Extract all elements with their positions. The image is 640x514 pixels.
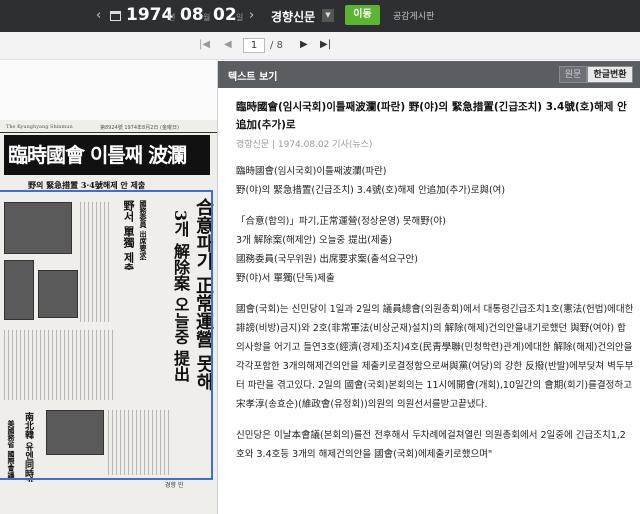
article-content: 臨時國會(임시국회)이틀째波瀾(파란) 野(야)의 緊急措置(긴급조치) 3.4… <box>236 98 634 464</box>
pagination-bar: |◀ ◀ 1 / 8 ▶ ▶| <box>0 32 640 60</box>
year-value[interactable]: 1974 <box>126 5 173 25</box>
board-link[interactable]: 공감게시판 <box>393 9 434 22</box>
selected-article-outline[interactable] <box>0 190 213 480</box>
tab-hangul-conversion[interactable]: 한글변환 <box>587 66 633 83</box>
first-page-icon[interactable]: |◀ <box>199 39 210 50</box>
article-paragraph: 신민당은 이날本會議(본회의)를전 전후해서 두차례에걸쳐열린 의원총회에서 2… <box>236 430 626 460</box>
article-meta: 경향신문 | 1974.08.02 기사(뉴스) <box>236 140 373 150</box>
scan-masthead: The Kyunghyang Shinmun <box>6 124 73 130</box>
top-navigation-bar: ‹ 1974 년 08 월 02 일 › 경향신문 ▼ 이동 공감게시판 <box>0 0 640 32</box>
scan-footer-label: 경향 민 <box>165 482 184 489</box>
next-page-icon[interactable]: ▶ <box>300 39 308 50</box>
scan-headline: 臨時國會 이틀째 波瀾 <box>4 135 210 175</box>
dropdown-arrow-icon[interactable]: ▼ <box>322 9 334 22</box>
scan-dateline: 第8924號 1974年8月2日 (金曜日) <box>100 125 179 131</box>
next-date-arrow-icon[interactable]: › <box>249 8 254 23</box>
newspaper-image-pane[interactable]: The Kyunghyang Shinmun 第8924號 1974年8月2日 … <box>0 61 217 514</box>
page-total: / 8 <box>270 40 283 51</box>
day-value[interactable]: 02 <box>213 5 237 25</box>
month-value[interactable]: 08 <box>180 5 204 25</box>
article-line: 3개 解除案(해제안) 오늘중 提出(제출) <box>236 235 393 246</box>
month-unit: 월 <box>203 13 211 22</box>
article-paragraph: 國會(국회)는 신민당이 1일과 2일의 議員總會(의원총회)에서 대통령긴급조… <box>236 304 634 410</box>
prev-date-arrow-icon[interactable]: ‹ <box>96 8 101 23</box>
article-line: 野(야)서 單獨(단독)제출 <box>236 273 335 284</box>
year-unit: 년 <box>168 13 176 22</box>
prev-page-icon[interactable]: ◀ <box>224 39 232 50</box>
tab-original[interactable]: 원문 <box>559 66 587 83</box>
article-title: 臨時國會(임시국회)이틀째波瀾(파란) 野(야)의 緊急措置(긴급조치) 3.4… <box>236 101 627 131</box>
text-view-pane: 텍스트 보기 원문 한글변환 臨時國會(임시국회)이틀째波瀾(파란) 野(야)의… <box>217 61 640 514</box>
last-page-icon[interactable]: ▶| <box>320 39 331 50</box>
newspaper-scan[interactable]: The Kyunghyang Shinmun 第8924號 1974年8月2日 … <box>0 120 217 514</box>
article-line: 野(야)의 緊急措置(긴급조치) 3.4號(호)해제 안追加(추가)로與(여) <box>236 185 506 196</box>
go-button[interactable]: 이동 <box>345 5 380 25</box>
calendar-icon[interactable] <box>110 11 121 21</box>
text-view-title: 텍스트 보기 <box>228 72 278 83</box>
page-number-input[interactable]: 1 <box>243 38 265 53</box>
article-line: 國務委員(국무위원) 出席要求案(출석요구안) <box>236 254 419 265</box>
scan-rule <box>0 132 217 133</box>
day-unit: 일 <box>236 13 244 22</box>
newspaper-select[interactable]: 경향신문 <box>271 8 315 25</box>
article-line: 臨時國會(임시국회)이틀째波瀾(파란) <box>236 166 387 177</box>
article-line: 「合意(합의)」파기,正常運營(정상운영) 못해野(야) <box>236 216 446 227</box>
text-view-header: 텍스트 보기 원문 한글변환 <box>218 61 640 88</box>
